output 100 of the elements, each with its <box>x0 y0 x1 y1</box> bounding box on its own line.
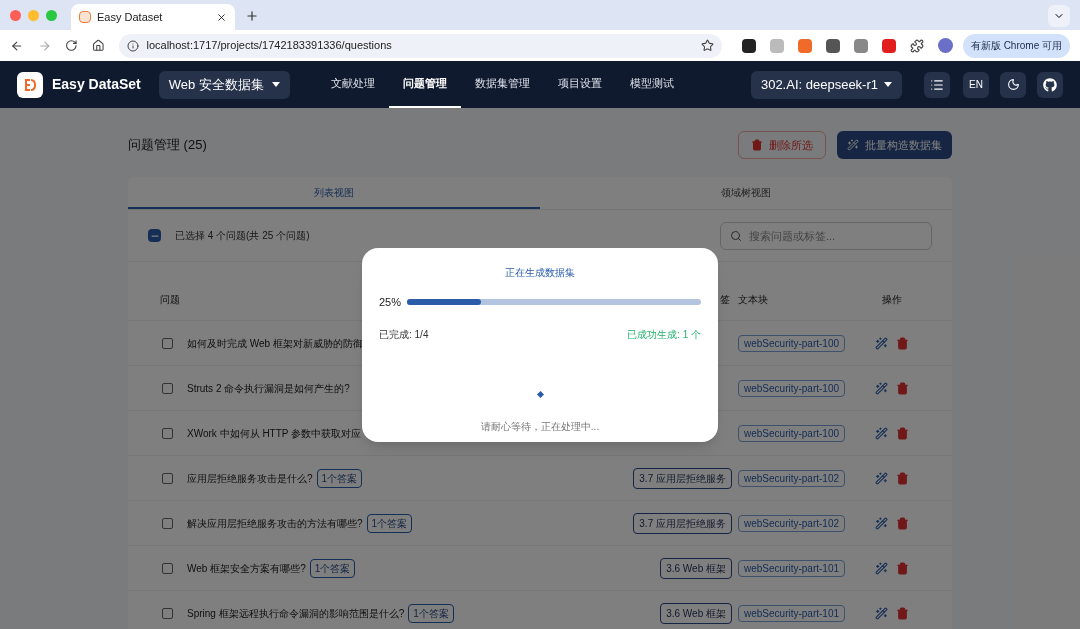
github-button[interactable] <box>1037 71 1063 98</box>
status-message: 请耐心等待，正在处理中... <box>479 419 601 434</box>
bookmark-star-icon[interactable] <box>700 39 714 52</box>
question-text: 解决应用层拒绝服务攻击的方法有哪些? <box>187 516 363 531</box>
question-text: 如何及时完成 Web 框架对新威胁的防御 <box>187 336 363 351</box>
column-header: 操作 <box>882 292 902 307</box>
row-checkbox[interactable] <box>162 427 173 439</box>
tab-title: Easy Dataset <box>97 9 164 25</box>
tab-menu-button[interactable] <box>1048 5 1070 27</box>
favicon-icon <box>79 11 91 23</box>
brand-name: Easy DataSet <box>52 75 141 94</box>
row-checkbox[interactable] <box>162 382 173 394</box>
project-select[interactable]: Web 安全数据集 <box>158 70 290 99</box>
page-title: 问题管理 (25) <box>128 136 208 155</box>
menu-button[interactable] <box>924 71 950 98</box>
answer-count-badge: 1个答案 <box>408 603 454 623</box>
tag-chip: 3.6 Web 框架 <box>660 557 732 579</box>
extensions-icon[interactable] <box>909 38 924 53</box>
generate-wand-icon[interactable] <box>875 561 888 575</box>
address-field[interactable]: localhost:1717/projects/1742183391336/questions <box>118 33 722 58</box>
new-tab-icon[interactable] <box>245 9 259 23</box>
row-checkbox[interactable] <box>162 472 173 484</box>
magic-wand-icon <box>847 139 859 151</box>
question-text: XWork 中如何从 HTTP 参数中获取对应 <box>187 426 362 441</box>
trash-icon <box>751 139 763 151</box>
column-header: 问题 <box>160 293 180 305</box>
chunk-chip: webSecurity-part-100 <box>738 334 846 352</box>
delete-icon[interactable] <box>896 381 909 395</box>
info-icon[interactable] <box>126 39 139 52</box>
answer-count-badge: 1个答案 <box>366 513 413 533</box>
nav-tab[interactable]: 文献处理 <box>316 61 389 108</box>
reload-icon[interactable] <box>65 39 78 52</box>
chunk-chip: webSecurity-part-102 <box>738 514 846 532</box>
theme-button[interactable] <box>1000 71 1026 98</box>
select-all-checkbox[interactable] <box>148 229 161 242</box>
delete-icon[interactable] <box>896 471 909 485</box>
caret-icon <box>271 82 280 87</box>
generate-wand-icon[interactable] <box>875 381 888 395</box>
nav-tab[interactable]: 数据集管理 <box>460 61 544 108</box>
delete-icon[interactable] <box>896 561 909 575</box>
generate-wand-icon[interactable] <box>875 471 888 485</box>
view-tab[interactable]: 列表视图 <box>128 177 540 209</box>
search-icon <box>730 229 742 242</box>
generate-wand-icon[interactable] <box>875 606 888 620</box>
model-select[interactable]: 302.AI: deepseek-r1 <box>750 70 902 99</box>
extension-icon[interactable] <box>741 38 756 53</box>
logo-icon <box>17 71 43 98</box>
chunk-chip: webSecurity-part-102 <box>738 469 846 487</box>
url-text: localhost:1717/projects/1742183391336/questions <box>146 38 393 54</box>
moon-icon <box>1006 78 1020 91</box>
profile-avatar[interactable] <box>937 38 953 53</box>
chunk-chip: webSecurity-part-101 <box>738 604 846 622</box>
nav-tab[interactable]: 项目设置 <box>543 61 616 108</box>
question-text: Spring 框架远程执行命令漏洞的影响范围是什么? <box>187 606 405 621</box>
caret-icon <box>884 82 892 87</box>
delete-icon[interactable] <box>896 426 909 440</box>
back-icon[interactable] <box>10 38 24 53</box>
close-icon[interactable] <box>216 11 227 23</box>
row-checkbox[interactable] <box>162 607 173 619</box>
maximize-window-icon[interactable] <box>46 9 57 21</box>
question-text: Struts 2 命令执行漏洞是如何产生的? <box>187 381 350 396</box>
chunk-chip: webSecurity-part-100 <box>738 379 846 397</box>
close-window-icon[interactable] <box>10 9 21 21</box>
success-count: 已成功生成: 1 个 <box>627 327 701 342</box>
home-icon[interactable] <box>91 39 105 52</box>
delete-icon[interactable] <box>896 606 909 620</box>
answer-count-badge: 1个答案 <box>309 558 356 578</box>
answer-count-badge: 1个答案 <box>316 468 363 488</box>
dialog-title: 正在生成数据集 <box>504 266 576 280</box>
generate-wand-icon[interactable] <box>875 516 888 530</box>
column-header: 文本块 <box>738 293 768 305</box>
tag-chip: 3.6 Web 框架 <box>660 602 732 624</box>
selection-count: 已选择 4 个问题(共 25 个问题) <box>175 229 311 243</box>
row-checkbox[interactable] <box>162 562 173 574</box>
delete-icon[interactable] <box>896 516 909 530</box>
question-text: 应用层拒绝服务攻击是什么? <box>187 471 313 486</box>
forward-icon[interactable] <box>37 38 52 53</box>
row-checkbox[interactable] <box>162 337 173 349</box>
update-chrome-button[interactable]: 有新版 Chrome 可用 <box>962 33 1070 58</box>
row-checkbox[interactable] <box>162 517 173 529</box>
chunk-chip: webSecurity-part-100 <box>738 424 846 442</box>
view-tab[interactable]: 领域树视图 <box>540 177 952 209</box>
column-header: 签 <box>720 292 730 307</box>
language-button[interactable]: EN <box>963 71 989 98</box>
delete-icon[interactable] <box>896 336 909 350</box>
tag-chip: 3.7 应用层拒绝服务 <box>633 467 732 489</box>
batch-generate-button[interactable]: 批量构造数据集 <box>837 131 952 159</box>
progress-percent: 25% <box>379 295 402 310</box>
nav-tab[interactable]: 问题管理 <box>388 61 461 108</box>
generate-wand-icon[interactable] <box>875 336 888 350</box>
extension-icon[interactable] <box>825 38 840 53</box>
github-icon <box>1043 77 1057 92</box>
tag-chip: 3.7 应用层拒绝服务 <box>633 512 732 534</box>
list-icon <box>930 77 944 92</box>
question-text: Web 框架安全方案有哪些? <box>187 561 306 576</box>
chunk-chip: webSecurity-part-101 <box>738 559 846 577</box>
browser-tab[interactable]: Easy Dataset <box>71 4 235 30</box>
spinner-icon <box>536 390 544 398</box>
generate-wand-icon[interactable] <box>875 426 888 440</box>
nav-tab[interactable]: 模型测试 <box>615 61 688 108</box>
